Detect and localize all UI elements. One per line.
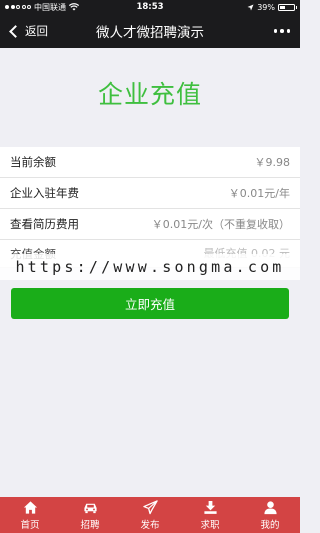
tab-bar: 首页 招聘 发布 求职 我的 [0, 497, 300, 533]
tab-label: 首页 [20, 519, 40, 531]
row-label: 企业入驻年费 [10, 186, 79, 200]
info-list: 当前余额 ￥9.98 企业入驻年费 ￥0.01元/年 查看简历费用 ￥0.01元… [0, 147, 300, 268]
back-button[interactable]: 返回 [8, 14, 48, 48]
row-resume-fee: 查看简历费用 ￥0.01元/次（不重复收取） [0, 209, 300, 240]
watermark-url: https://www.songma.com [0, 254, 300, 280]
wifi-icon [69, 3, 79, 11]
row-label: 查看简历费用 [10, 217, 79, 231]
location-icon [247, 4, 254, 10]
row-value: ￥0.01元/次（不重复收取） [151, 218, 290, 231]
row-value: ￥9.98 [254, 156, 291, 169]
carrier-name: 中国联通 [34, 2, 66, 12]
row-current-balance: 当前余额 ￥9.98 [0, 147, 300, 178]
recharge-now-button[interactable]: 立即充值 [11, 288, 289, 319]
battery-icon [278, 3, 297, 11]
row-annual-fee: 企业入驻年费 ￥0.01元/年 [0, 178, 300, 209]
battery-percent: 39% [257, 2, 275, 12]
more-icon[interactable] [273, 14, 290, 48]
chevron-left-icon [9, 24, 22, 38]
car-icon [83, 503, 97, 513]
tab-jobseek[interactable]: 求职 [180, 500, 240, 531]
page-title-area: 企业充值 [0, 48, 300, 138]
status-time: 18:53 [136, 2, 164, 12]
tab-home[interactable]: 首页 [0, 500, 60, 531]
row-value: ￥0.01元/年 [228, 187, 290, 200]
home-icon [23, 500, 37, 514]
tab-label: 求职 [200, 519, 220, 531]
tab-label: 招聘 [80, 519, 100, 531]
signal-icon [5, 5, 31, 9]
tab-label: 发布 [140, 519, 160, 531]
tab-recruit[interactable]: 招聘 [60, 500, 120, 531]
back-label: 返回 [25, 24, 48, 38]
nav-bar: 返回 微人才微招聘演示 [0, 14, 300, 48]
tab-label: 我的 [260, 519, 280, 531]
user-icon [263, 500, 277, 514]
status-bar: 中国联通 18:53 39% [0, 0, 300, 14]
send-icon [142, 499, 158, 514]
tab-mine[interactable]: 我的 [240, 500, 300, 531]
tab-publish[interactable]: 发布 [120, 499, 180, 531]
download-icon [203, 500, 217, 514]
page-title: 企业充值 [97, 80, 202, 109]
row-label: 当前余额 [10, 155, 56, 169]
